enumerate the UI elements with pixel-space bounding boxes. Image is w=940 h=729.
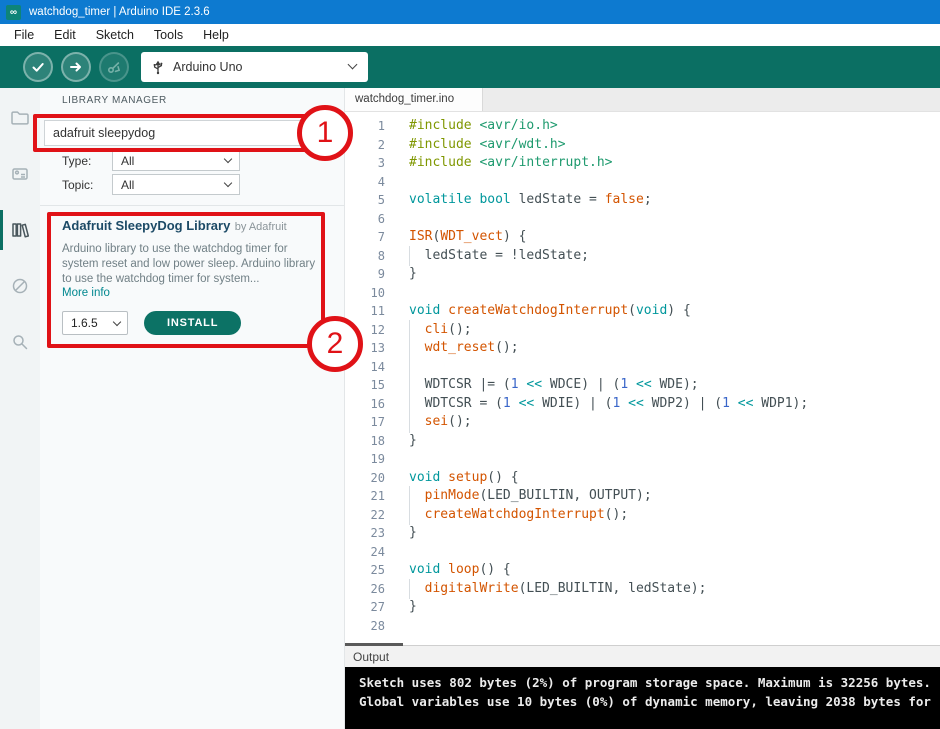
code-line: 2 #include <avr/wdt.h>	[377, 136, 566, 152]
library-books-icon	[12, 223, 30, 238]
code-line: 23}	[370, 525, 417, 540]
output-tab-bar: Output	[345, 643, 940, 667]
code-line: 19	[370, 452, 385, 466]
code-line: 17 sei();	[345, 412, 940, 432]
chevron-down-icon	[112, 317, 122, 327]
code-line: 25 void loop() {	[370, 562, 511, 577]
code-line: 11 void createWatchdogInterrupt(void) {	[370, 303, 691, 318]
code-line: 6	[377, 211, 385, 226]
topic-filter-select[interactable]: All	[112, 174, 240, 195]
ban-icon	[12, 278, 28, 294]
code-line: 3 #include <avr/interrupt.h>	[377, 155, 613, 170]
chevron-down-icon	[347, 59, 358, 70]
board-icon	[12, 168, 28, 180]
topic-filter-label: Topic:	[62, 178, 94, 192]
library-search-input[interactable]	[44, 120, 312, 146]
code-line: 18}	[370, 432, 417, 448]
sidebar-item-library-manager[interactable]	[0, 202, 40, 258]
code-line: 5 volatile bool ledState = false;	[377, 192, 652, 207]
library-manager-panel: LIBRARY MANAGER Type: All Topic: All Ada…	[40, 88, 345, 729]
menu-sketch[interactable]: Sketch	[86, 24, 144, 46]
menu-edit[interactable]: Edit	[44, 24, 86, 46]
version-select[interactable]: 1.6.5	[62, 311, 128, 335]
board-name: Arduino Uno	[173, 60, 243, 74]
code-line: 12 cli();	[345, 319, 940, 340]
check-icon	[32, 63, 44, 72]
code-line: 24	[370, 544, 385, 559]
code-editor[interactable]: 1 #include <avr/io.h> 2 #include <avr/wdt.h…	[345, 112, 940, 645]
editor-tab-bar: watchdog_timer.ino	[345, 88, 940, 112]
sidebar-item-sketchbook[interactable]	[0, 90, 40, 146]
code-line: 16 WDTCSR = (1 << WDIE) | (1 << WDP2) | …	[345, 393, 940, 414]
console-line: Sketch uses 802 bytes (2%) of program st…	[359, 675, 931, 690]
code-line: 8 ledState = !ledState;	[345, 245, 940, 266]
toolbar: Arduino Uno	[0, 46, 940, 88]
activity-bar	[0, 88, 40, 729]
usb-icon	[153, 60, 163, 75]
upload-button[interactable]	[61, 52, 91, 82]
code-line: 28	[370, 618, 385, 633]
topic-filter-value: All	[121, 177, 135, 192]
sidebar-item-debug[interactable]	[0, 258, 40, 314]
version-value: 1.6.5	[71, 316, 98, 330]
output-console[interactable]: Sketch uses 802 bytes (2%) of program st…	[345, 667, 940, 729]
type-filter-label: Type:	[62, 154, 92, 168]
debug-button[interactable]	[99, 52, 129, 82]
library-card: Adafruit SleepyDog Library by Adafruit A…	[62, 217, 324, 335]
tab-output[interactable]: Output	[345, 650, 389, 664]
arduino-ide-window: ∞ watchdog_timer | Arduino IDE 2.3.6 Fil…	[0, 0, 940, 729]
editor-column: watchdog_timer.ino 1 #include <avr/io.h> 2…	[345, 88, 940, 729]
library-title: Adafruit SleepyDog Library	[62, 218, 231, 233]
sidebar-item-boards-manager[interactable]	[0, 146, 40, 202]
menu-tools[interactable]: Tools	[144, 24, 193, 46]
folder-icon	[11, 111, 29, 125]
console-line: Global variables use 10 bytes (0%) of dy…	[359, 694, 931, 709]
arduino-app-icon: ∞	[6, 4, 21, 20]
window-title: watchdog_timer | Arduino IDE 2.3.6	[29, 6, 210, 18]
code-line: 27}	[370, 599, 417, 614]
install-button[interactable]: INSTALL	[144, 311, 242, 335]
debug-icon	[107, 62, 121, 74]
tab-watchdog-timer-ino[interactable]: watchdog_timer.ino	[345, 88, 484, 111]
type-filter-select[interactable]: All	[112, 150, 240, 171]
code-line: 21 pinMode(LED_BUILTIN, OUTPUT);	[345, 486, 940, 506]
code-line: 22 createWatchdogInterrupt();	[345, 504, 940, 525]
code-line: 14	[370, 356, 410, 377]
code-line: 1 #include <avr/io.h>	[377, 118, 558, 133]
verify-button[interactable]	[23, 52, 53, 82]
panel-splitter-handle[interactable]	[345, 643, 403, 646]
library-description: Arduino library to use the watchdog time…	[62, 243, 316, 285]
main-area: LIBRARY MANAGER Type: All Topic: All Ada…	[0, 88, 940, 729]
code-line: 7 ISR(WDT_vect) {	[377, 229, 527, 244]
sidebar-item-search[interactable]	[0, 314, 40, 370]
chevron-down-icon	[223, 154, 233, 164]
more-info-link[interactable]: More info	[62, 287, 324, 299]
chevron-down-icon	[223, 178, 233, 188]
library-author: by Adafruit	[234, 221, 287, 233]
code-line: 15 WDTCSR |= (1 << WDCE) | (1 << WDE);	[345, 375, 940, 395]
menu-help[interactable]: Help	[193, 24, 239, 46]
code-line: 26 digitalWrite(LED_BUILTIN, ledState);	[345, 578, 940, 599]
type-filter-value: All	[121, 153, 135, 168]
menu-bar: File Edit Sketch Tools Help	[0, 24, 940, 46]
board-selector[interactable]: Arduino Uno	[141, 52, 368, 82]
search-icon	[13, 335, 28, 350]
code-line: 10	[370, 285, 385, 300]
title-bar: ∞ watchdog_timer | Arduino IDE 2.3.6	[0, 0, 940, 24]
code-line: 4	[377, 174, 385, 189]
panel-title: LIBRARY MANAGER	[62, 95, 167, 106]
code-line: 13 wdt_reset();	[345, 338, 940, 358]
panel-divider	[40, 205, 344, 206]
menu-file[interactable]: File	[4, 24, 44, 46]
arrow-right-icon	[70, 62, 81, 72]
code-lines: 1 #include <avr/io.h> 2 #include <avr/wdt.h…	[345, 117, 940, 635]
code-line: 20 void setup() {	[370, 469, 519, 485]
code-line: 9}	[377, 266, 417, 281]
